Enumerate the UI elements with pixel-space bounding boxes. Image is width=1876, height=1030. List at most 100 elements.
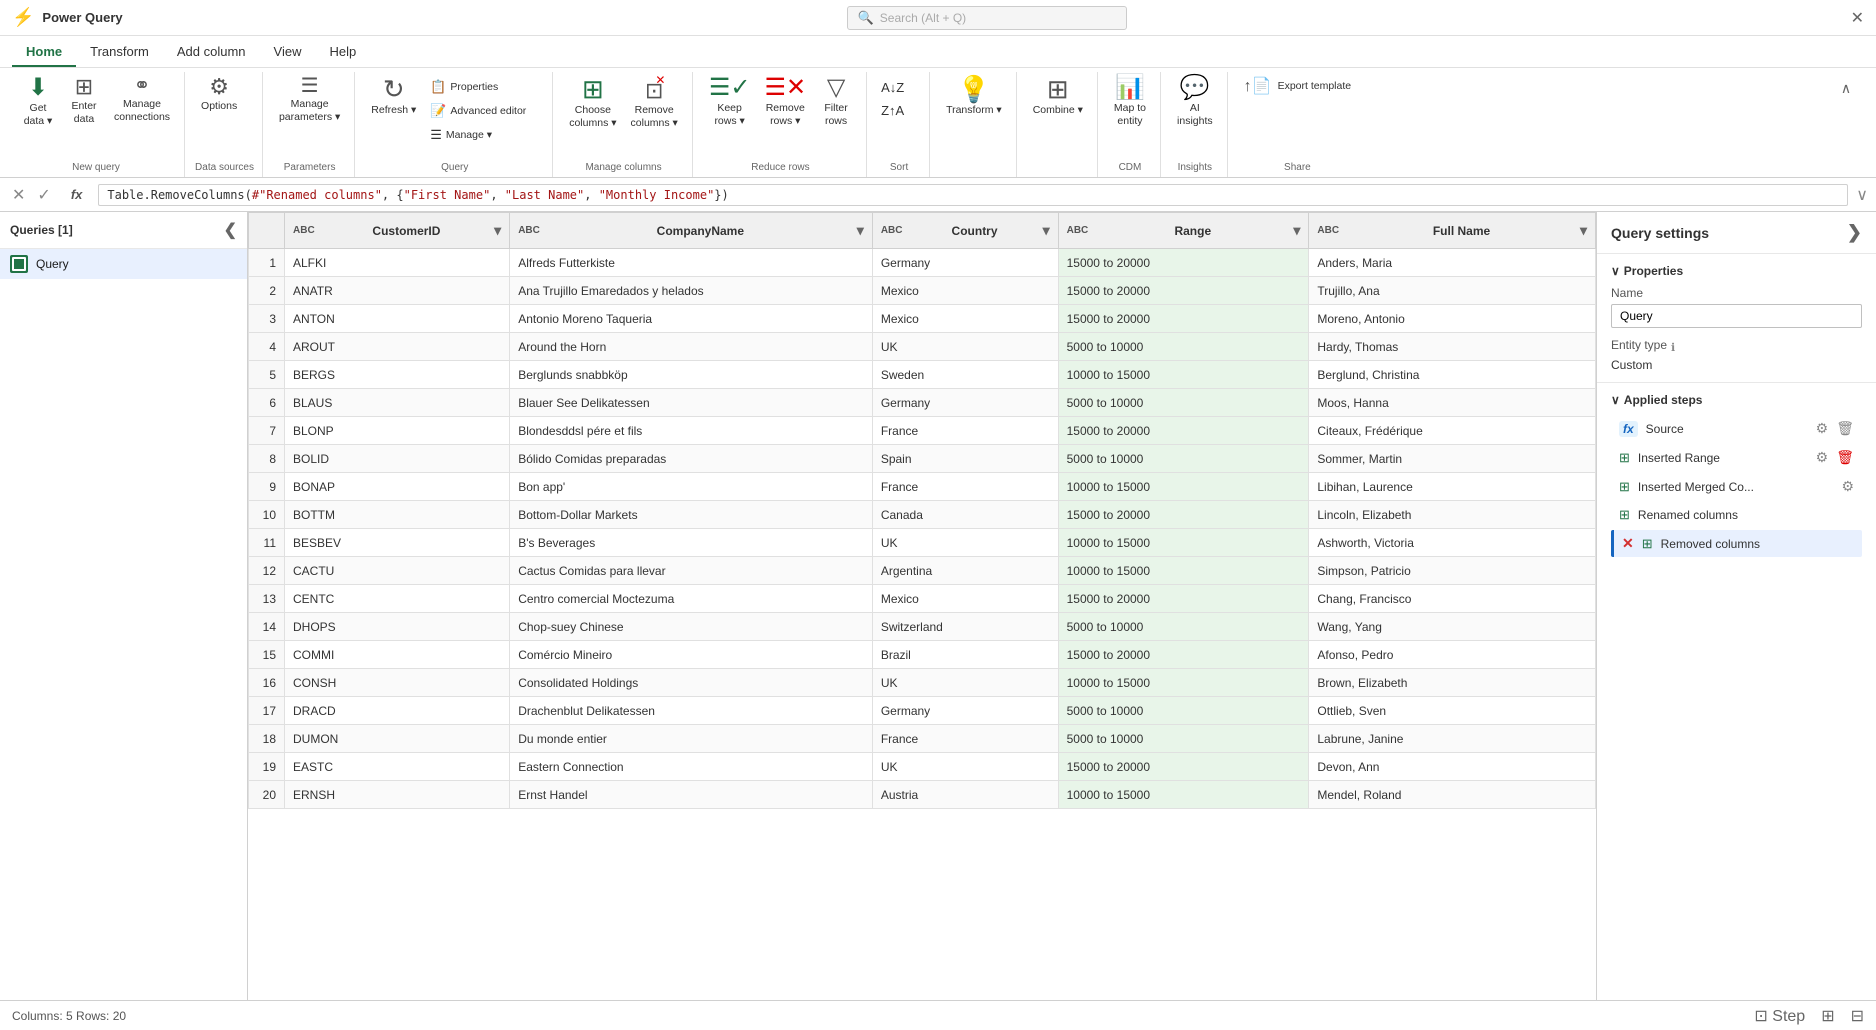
table-row[interactable]: 6 BLAUS Blauer See Delikatessen Germany … (249, 389, 1596, 417)
col-header-fullname[interactable]: ABC Full Name ▾ (1309, 213, 1596, 249)
get-data-button[interactable]: ⬇ Getdata ▾ (16, 72, 60, 131)
properties-label: Properties (1624, 264, 1683, 278)
formula-input[interactable]: Table.RemoveColumns(#"Renamed columns", … (98, 184, 1848, 206)
refresh-label: Refresh ▾ (371, 104, 416, 117)
col-header-companyname[interactable]: ABC CompanyName ▾ (510, 213, 873, 249)
formula-cancel-button[interactable]: ✕ (8, 183, 29, 207)
app-title: ⚡ Power Query (12, 7, 123, 28)
formula-string3: "Last Name" (505, 188, 584, 202)
col-filter-fullname[interactable]: ▾ (1580, 222, 1587, 239)
col-label-range: Range (1096, 224, 1289, 238)
query-list-item[interactable]: Query (0, 249, 247, 279)
table-row[interactable]: 19 EASTC Eastern Connection UK 15000 to … (249, 753, 1596, 781)
search-placeholder: Search (Alt + Q) (880, 11, 966, 25)
col-header-range[interactable]: ABC Range ▾ (1058, 213, 1309, 249)
tab-help[interactable]: Help (315, 38, 370, 67)
col-filter-companyname[interactable]: ▾ (857, 222, 864, 239)
table-row[interactable]: 4 AROUT Around the Horn UK 5000 to 10000… (249, 333, 1596, 361)
advanced-editor-label: Advanced editor (450, 105, 526, 118)
export-template-button[interactable]: ↑📄 Export template (1238, 72, 1357, 100)
table-row[interactable]: 18 DUMON Du monde entier France 5000 to … (249, 725, 1596, 753)
map-to-entity-button[interactable]: 📊 Map toentity (1108, 72, 1152, 131)
col-type-fullname: ABC (1317, 225, 1339, 236)
step-inserted-merged[interactable]: ⊞ Inserted Merged Co... ⚙ (1611, 473, 1862, 500)
step-inserted-range-gear[interactable]: ⚙ (1816, 449, 1829, 466)
col-filter-range[interactable]: ▾ (1293, 222, 1300, 239)
properties-button[interactable]: 📋 Properties (424, 76, 544, 98)
search-bar[interactable]: 🔍 Search (Alt + Q) (847, 6, 1127, 30)
cell-range: 10000 to 15000 (1058, 781, 1309, 809)
columns-status-button[interactable]: ⊞ (1821, 1006, 1834, 1026)
sort-az-button[interactable]: A↓Z (877, 78, 921, 97)
step-status-button[interactable]: ⊡ Step (1754, 1006, 1805, 1026)
data-area[interactable]: ABC CustomerID ▾ ABC CompanyName ▾ (248, 212, 1596, 1000)
query-settings-expand-button[interactable]: ❯ (1847, 222, 1862, 243)
manage-parameters-button[interactable]: ☰ Manageparameters ▾ (273, 72, 346, 127)
cell-companyname: Around the Horn (510, 333, 873, 361)
table-row[interactable]: 1 ALFKI Alfreds Futterkiste Germany 1500… (249, 249, 1596, 277)
table-row[interactable]: 8 BOLID Bólido Comidas preparadas Spain … (249, 445, 1596, 473)
refresh-button[interactable]: ↻ Refresh ▾ (365, 72, 422, 121)
ribbon-group-manage-columns: ⊞ Choosecolumns ▾ ⊡✕ Removecolumns ▾ Man… (555, 72, 693, 177)
export-template-icon: ↑📄 (1244, 76, 1272, 96)
formula-expand-button[interactable]: ∨ (1856, 185, 1868, 205)
manage-button[interactable]: ☰ Manage ▾ (424, 124, 544, 146)
close-button[interactable]: ✕ (1851, 8, 1864, 28)
collapse-panel-button[interactable]: ❮ (224, 220, 237, 240)
remove-rows-button[interactable]: ☰✕ Removerows ▾ (758, 72, 812, 131)
tab-transform[interactable]: Transform (76, 38, 163, 67)
table-row[interactable]: 15 COMMI Comércio Mineiro Brazil 15000 t… (249, 641, 1596, 669)
col-header-customerid[interactable]: ABC CustomerID ▾ (285, 213, 510, 249)
formula-confirm-button[interactable]: ✓ (33, 183, 54, 207)
step-inserted-merged-gear[interactable]: ⚙ (1841, 478, 1854, 495)
step-inserted-range-delete[interactable]: 🗑 (1836, 449, 1854, 466)
grid-status-button[interactable]: ⊟ (1851, 1006, 1864, 1026)
row-number: 3 (249, 305, 285, 333)
step-source[interactable]: fx Source ⚙ 🗑 (1611, 415, 1862, 442)
col-filter-country[interactable]: ▾ (1043, 222, 1050, 239)
table-row[interactable]: 11 BESBEV B's Beverages UK 10000 to 1500… (249, 529, 1596, 557)
col-label-country: Country (911, 224, 1039, 238)
table-row[interactable]: 10 BOTTM Bottom-Dollar Markets Canada 15… (249, 501, 1596, 529)
table-row[interactable]: 9 BONAP Bon app' France 10000 to 15000 L… (249, 473, 1596, 501)
table-row[interactable]: 17 DRACD Drachenblut Delikatessen German… (249, 697, 1596, 725)
col-header-country[interactable]: ABC Country ▾ (872, 213, 1058, 249)
collapse-ribbon-button[interactable]: ∧ (1824, 76, 1868, 101)
sort-za-button[interactable]: Z↑A (877, 101, 921, 120)
entity-type-value: Custom (1611, 358, 1862, 372)
table-row[interactable]: 20 ERNSH Ernst Handel Austria 10000 to 1… (249, 781, 1596, 809)
remove-columns-button[interactable]: ⊡✕ Removecolumns ▾ (625, 72, 684, 133)
tab-view[interactable]: View (260, 38, 316, 67)
step-source-gear[interactable]: ⚙ (1816, 420, 1829, 437)
step-inserted-range[interactable]: ⊞ Inserted Range ⚙ 🗑 (1611, 444, 1862, 471)
tab-add-column[interactable]: Add column (163, 38, 260, 67)
manage-connections-button[interactable]: ⚭ Manageconnections (108, 72, 176, 127)
combine-button[interactable]: ⊞ Combine ▾ (1027, 72, 1089, 121)
step-renamed-columns[interactable]: ⊞ Renamed columns (1611, 502, 1862, 528)
name-input[interactable] (1611, 304, 1862, 328)
table-row[interactable]: 2 ANATR Ana Trujillo Emaredados y helado… (249, 277, 1596, 305)
table-row[interactable]: 7 BLONP Blondesddsl pére et fils France … (249, 417, 1596, 445)
advanced-editor-button[interactable]: 📝 Advanced editor (424, 100, 544, 122)
table-row[interactable]: 5 BERGS Berglunds snabbköp Sweden 10000 … (249, 361, 1596, 389)
table-row[interactable]: 16 CONSH Consolidated Holdings UK 10000 … (249, 669, 1596, 697)
row-number: 4 (249, 333, 285, 361)
keep-rows-button[interactable]: ☰✓ Keeprows ▾ (703, 72, 757, 131)
cell-companyname: Blauer See Delikatessen (510, 389, 873, 417)
transform-button[interactable]: 💡 Transform ▾ (940, 72, 1008, 121)
tab-home[interactable]: Home (12, 38, 76, 67)
cell-companyname: Du monde entier (510, 725, 873, 753)
ribbon-group-sort: A↓Z Z↑A Sort (869, 72, 930, 177)
col-filter-customerid[interactable]: ▾ (494, 222, 501, 239)
table-row[interactable]: 13 CENTC Centro comercial Moctezuma Mexi… (249, 585, 1596, 613)
filter-rows-button[interactable]: ▽ Filterrows (814, 72, 858, 131)
ai-insights-button[interactable]: 💬 AIinsights (1171, 72, 1219, 131)
table-row[interactable]: 12 CACTU Cactus Comidas para llevar Arge… (249, 557, 1596, 585)
step-source-delete[interactable]: 🗑 (1836, 420, 1854, 437)
table-row[interactable]: 14 DHOPS Chop-suey Chinese Switzerland 5… (249, 613, 1596, 641)
options-button[interactable]: ⚙ Options (195, 72, 243, 117)
enter-data-button[interactable]: ⊞ Enterdata (62, 72, 106, 129)
choose-columns-button[interactable]: ⊞ Choosecolumns ▾ (563, 72, 622, 133)
step-removed-columns[interactable]: ✕ ⊞ Removed columns (1611, 530, 1862, 557)
table-row[interactable]: 3 ANTON Antonio Moreno Taqueria Mexico 1… (249, 305, 1596, 333)
